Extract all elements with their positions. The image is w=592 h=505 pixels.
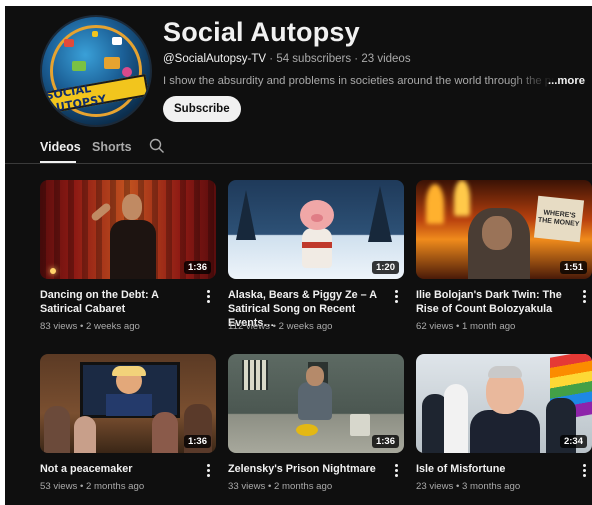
view-count: 112 views [228, 321, 270, 332]
tv-person-suit [106, 394, 152, 416]
video-thumbnail[interactable]: 1:36 [40, 354, 216, 453]
video-duration: 1:36 [183, 435, 211, 448]
view-count: 23 views [416, 481, 454, 492]
more-options-icon[interactable] [395, 290, 399, 304]
video-title[interactable]: Isle of Misfortune [416, 462, 576, 476]
video-duration: 2:34 [559, 435, 587, 448]
video-duration: 1:36 [183, 261, 211, 274]
avatar-decoration [112, 37, 122, 45]
flame [426, 184, 444, 224]
channel-avatar[interactable]: SOCIAL AUTOPSY [40, 15, 152, 127]
man-face [482, 216, 512, 250]
video-thumbnail[interactable]: 2:34 [416, 354, 592, 453]
video-meta: 62 views • 1 month ago [416, 321, 515, 332]
video-count: 23 videos [361, 53, 411, 65]
upload-age: 2 months ago [274, 481, 333, 492]
pig-body [302, 228, 332, 268]
video-meta: 53 views • 2 months ago [40, 481, 144, 492]
description-text: I show the absurdity and problems in soc… [163, 75, 555, 87]
more-options-icon[interactable] [583, 464, 587, 478]
video-meta: 23 views • 3 months ago [416, 481, 520, 492]
main-man-suit [470, 410, 540, 453]
more-link[interactable]: ...more [548, 75, 585, 87]
pig-snout [311, 214, 323, 222]
video-meta: 83 views • 2 weeks ago [40, 321, 140, 332]
avatar-decoration [104, 57, 120, 69]
performer-head [122, 194, 142, 220]
tv-person-hair [112, 366, 146, 376]
channel-name: Social Autopsy [163, 17, 360, 47]
tab-videos[interactable]: Videos [40, 140, 81, 154]
tab-shorts[interactable]: Shorts [92, 140, 132, 154]
active-tab-indicator [40, 161, 76, 163]
video-duration: 1:36 [371, 435, 399, 448]
view-count: 83 views [40, 321, 78, 332]
video-duration: 1:51 [559, 261, 587, 274]
window-bars [242, 360, 268, 390]
view-count: 62 views [416, 321, 454, 332]
video-meta: 33 views • 2 months ago [228, 481, 332, 492]
prisoner-body [298, 382, 332, 420]
more-options-icon[interactable] [395, 464, 399, 478]
viewer [74, 416, 96, 453]
yellow-bucket [296, 424, 318, 436]
video-title[interactable]: Dancing on the Debt: A Satirical Cabaret [40, 288, 200, 316]
viewer [44, 406, 70, 453]
meta-separator: • [77, 321, 87, 332]
view-count: 33 views [228, 481, 266, 492]
prisoner-head [306, 366, 324, 386]
subscribe-button[interactable]: Subscribe [163, 96, 241, 122]
video-title[interactable]: Ilie Bolojan's Dark Twin: The Rise of Co… [416, 288, 576, 316]
pig-shirt-pattern [302, 242, 332, 248]
channel-tabs: Videos Shorts [5, 136, 592, 164]
video-title[interactable]: Zelensky's Prison Nightmare [228, 462, 388, 476]
protest-sign: WHERE'S THE MONEY [533, 195, 585, 243]
upload-age: 2 weeks ago [86, 321, 140, 332]
more-options-icon[interactable] [207, 290, 211, 304]
upload-age: 2 months ago [86, 481, 145, 492]
video-thumbnail[interactable]: 1:20 [228, 180, 404, 279]
upload-age: 1 month ago [462, 321, 516, 332]
video-thumbnail[interactable]: 1:36 [40, 180, 216, 279]
avatar-decoration [64, 39, 74, 47]
video-thumbnail[interactable]: 1:36 [228, 354, 404, 453]
tree-silhouette [236, 190, 256, 240]
avatar-decoration [72, 61, 86, 71]
upload-age: 2 weeks ago [278, 321, 333, 332]
meta-separator: · [266, 53, 277, 65]
metal-bucket [350, 414, 370, 436]
upload-age: 3 months ago [462, 481, 521, 492]
channel-page: SOCIAL AUTOPSY Social Autopsy @SocialAut… [5, 6, 592, 505]
video-thumbnail[interactable]: WHERE'S THE MONEY 1:51 [416, 180, 592, 279]
meta-separator: • [453, 481, 463, 492]
video-title[interactable]: Not a peacemaker [40, 462, 200, 476]
more-options-icon[interactable] [583, 290, 587, 304]
viewer [152, 412, 178, 453]
subscriber-count: 54 subscribers [276, 53, 352, 65]
channel-description[interactable]: I show the absurdity and problems in soc… [163, 75, 587, 87]
more-options-icon[interactable] [207, 464, 211, 478]
video-duration: 1:20 [371, 261, 399, 274]
sign-text: WHERE'S THE MONEY [537, 209, 580, 229]
flame [454, 180, 470, 216]
main-man-hair [488, 366, 522, 378]
avatar-decoration [92, 31, 98, 37]
crowd-person [444, 384, 468, 453]
channel-meta: @SocialAutopsy-TV · 54 subscribers · 23 … [163, 53, 411, 65]
video-meta: 112 views • 2 weeks ago [228, 321, 333, 332]
meta-separator: • [453, 321, 463, 332]
meta-separator: • [269, 321, 279, 332]
view-count: 53 views [40, 481, 78, 492]
performer-body [110, 220, 156, 279]
meta-separator: · [351, 53, 362, 65]
search-icon[interactable] [149, 138, 165, 154]
meta-separator: • [77, 481, 87, 492]
tree-silhouette [368, 186, 392, 242]
stage-light [50, 268, 56, 274]
channel-handle: @SocialAutopsy-TV [163, 53, 267, 65]
meta-separator: • [265, 481, 275, 492]
